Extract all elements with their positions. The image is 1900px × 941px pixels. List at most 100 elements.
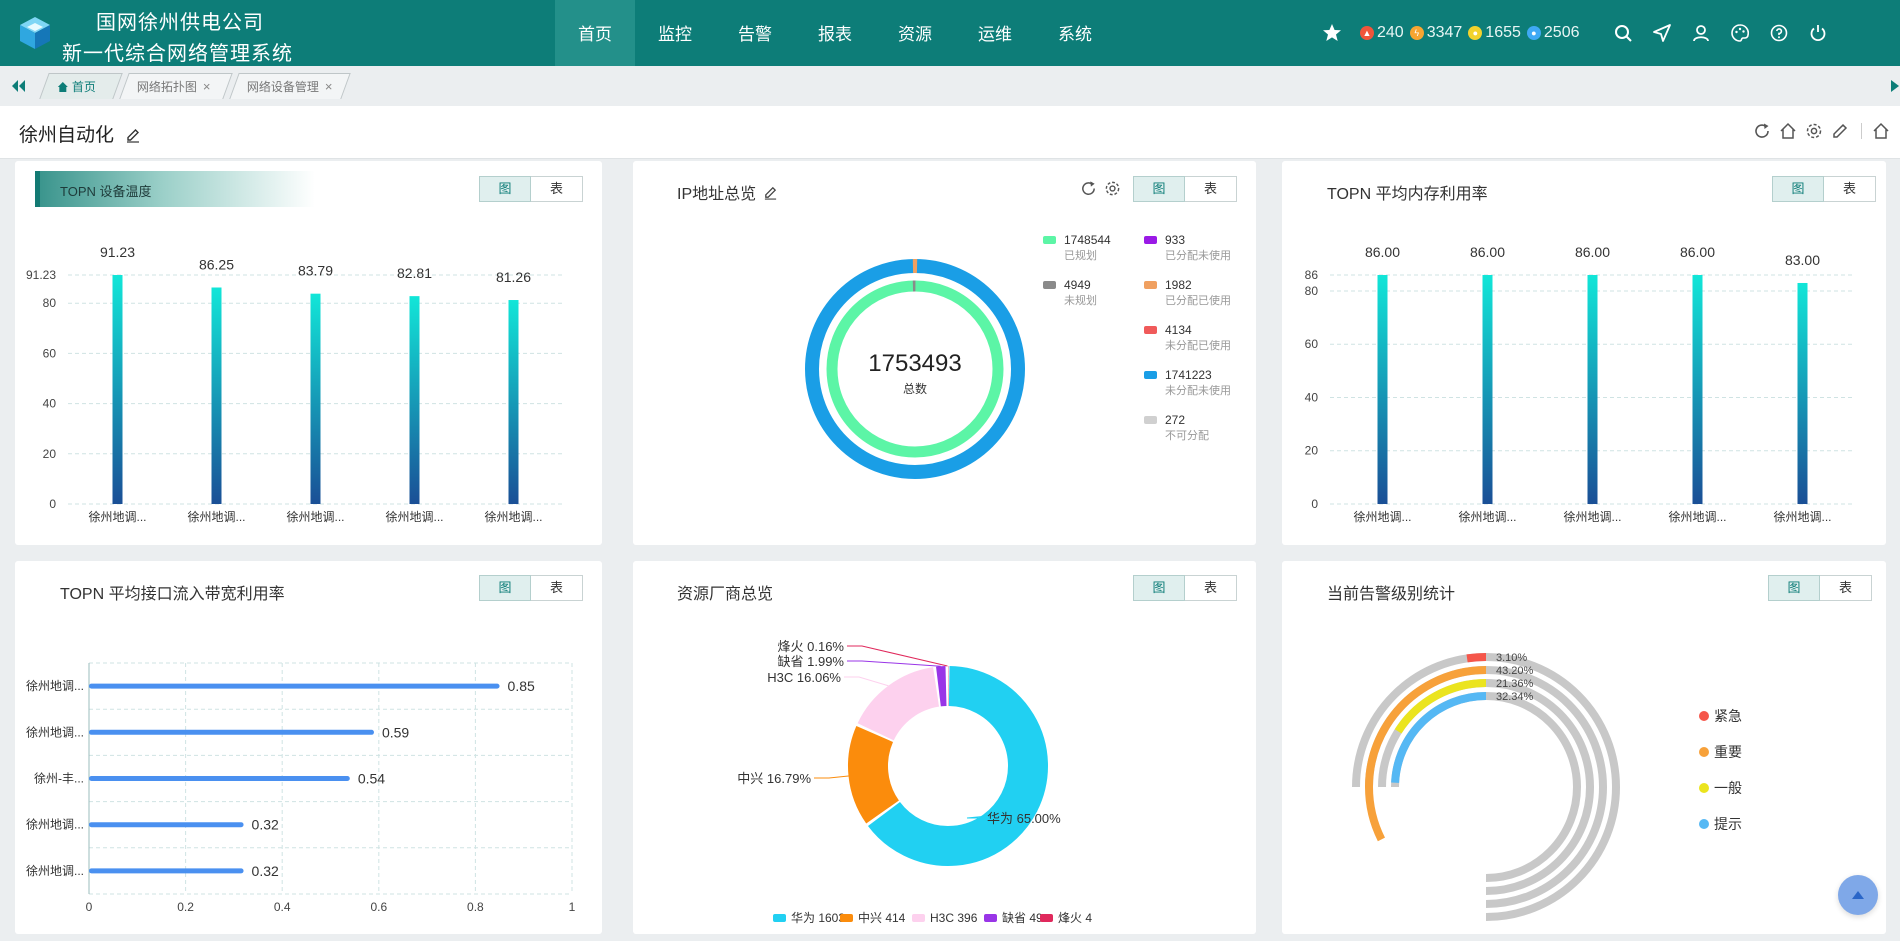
bar	[508, 300, 519, 504]
collapse-left-icon[interactable]	[10, 78, 26, 94]
bar	[1482, 275, 1493, 504]
palette-icon[interactable]	[1730, 23, 1750, 43]
settings-icon[interactable]	[1805, 122, 1823, 140]
edit-icon[interactable]	[1831, 122, 1849, 140]
y-tick-label: 徐州地调...	[26, 724, 84, 739]
edit-icon[interactable]	[125, 127, 141, 143]
data-label: 0.85	[508, 678, 535, 694]
y-tick-label: 0	[1311, 497, 1318, 511]
tab-network-device[interactable]: 网络设备管理 ×	[229, 73, 351, 99]
donut-total: 1753493	[868, 350, 961, 377]
x-tick-label: 徐州地调...	[1458, 509, 1516, 524]
bar	[409, 296, 420, 504]
alarm-count-minor[interactable]: ● 1655	[1468, 24, 1521, 42]
data-label: 0.32	[252, 817, 279, 833]
bar	[1692, 275, 1703, 504]
legend-name: 已规划	[1064, 248, 1097, 262]
data-label: 86.00	[1680, 244, 1715, 260]
home-outline-icon[interactable]	[1779, 122, 1797, 140]
legend-value: 1741223	[1165, 368, 1212, 382]
legend-dot	[1699, 783, 1709, 793]
nav-home[interactable]: 首页	[555, 0, 635, 66]
x-tick-label: 徐州地调...	[187, 509, 245, 524]
bar	[310, 293, 321, 504]
panel-ip-overview: IP地址总览 图 表 1753493 总数 1748544 已规划 933 已分配未使用 4…	[633, 161, 1256, 545]
radial-label: 32.34%	[1496, 691, 1534, 703]
legend-swatch	[840, 914, 853, 922]
tab-network-topology[interactable]: 网络拓扑图 ×	[119, 73, 233, 99]
main-nav: 首页 监控 告警 报表 资源 运维 系统	[555, 0, 1115, 66]
alarm-count-major[interactable]: ϟ 3347	[1409, 24, 1462, 42]
legend-name: 已分配未使用	[1165, 249, 1231, 262]
x-tick-label: 徐州地调...	[385, 509, 443, 524]
pie-slice	[857, 667, 940, 742]
y-tick-label: 60	[1305, 337, 1319, 351]
x-tick-label: 徐州地调...	[1353, 509, 1411, 524]
radial-label: 43.20%	[1496, 665, 1534, 677]
radial-label: 3.10%	[1496, 652, 1527, 664]
legend-name: 未规划	[1064, 293, 1097, 307]
slice-label: H3C 16.06%	[767, 670, 841, 685]
alarm-count-critical[interactable]: ▲ 240	[1360, 24, 1404, 42]
bar	[89, 822, 244, 828]
x-tick-label: 0.6	[370, 900, 387, 914]
x-tick-label: 0.8	[467, 900, 484, 914]
nav-system[interactable]: 系统	[1035, 0, 1115, 66]
bar	[211, 287, 222, 504]
data-label: 86.00	[1470, 244, 1505, 260]
bar	[89, 776, 350, 781]
x-tick-label: 徐州地调...	[1563, 509, 1621, 524]
legend-label: 烽火 4	[1058, 911, 1092, 925]
legend-label: H3C 396	[930, 911, 978, 925]
label-leader	[844, 676, 889, 687]
panel-bandwidth-utilization: TOPN 平均接口流入带宽利用率 图 表 0 0.2 0.4 0.6 0.8 1 0.85 徐…	[15, 561, 602, 934]
help-icon[interactable]	[1769, 23, 1789, 43]
y-tick-label: 80	[1305, 284, 1319, 298]
donut-total-label: 总数	[903, 381, 927, 396]
power-icon[interactable]	[1808, 23, 1828, 43]
y-tick-label: 40	[1305, 390, 1319, 404]
send-icon[interactable]	[1652, 23, 1672, 43]
nav-resource[interactable]: 资源	[875, 0, 955, 66]
company-name: 国网徐州供电公司	[96, 12, 264, 34]
scroll-right-icon[interactable]	[1891, 78, 1900, 94]
nav-alarm[interactable]: 告警	[715, 0, 795, 66]
radial-bar	[1391, 692, 1487, 783]
bar	[1797, 282, 1808, 504]
sun-icon: ●	[1468, 26, 1483, 40]
refresh-icon[interactable]	[1753, 122, 1771, 140]
legend-swatch	[1144, 371, 1157, 379]
data-label: 0.54	[358, 771, 385, 787]
close-icon[interactable]: ×	[325, 79, 333, 94]
data-label: 83.79	[298, 263, 333, 279]
legend-label: 中兴 414	[858, 910, 906, 925]
bolt-icon: ϟ	[1409, 26, 1424, 40]
label-leader	[847, 660, 941, 667]
data-label: 83.00	[1785, 252, 1820, 268]
pie-slice	[848, 725, 900, 824]
legend-name: 未分配未使用	[1165, 384, 1231, 397]
slice-label: 缺省 1.99%	[778, 654, 845, 669]
nav-ops[interactable]: 运维	[955, 0, 1035, 66]
scroll-top-button[interactable]	[1838, 875, 1878, 915]
data-label: 86.25	[199, 257, 234, 273]
legend-swatch	[1144, 416, 1157, 424]
data-label: 0.59	[382, 724, 409, 740]
legend-swatch	[912, 914, 925, 922]
y-tick-label: 0	[49, 497, 56, 511]
legend-label: 华为 1603	[791, 911, 845, 925]
search-icon[interactable]	[1613, 23, 1633, 43]
bar	[89, 729, 374, 735]
nav-monitor[interactable]: 监控	[635, 0, 715, 66]
star-icon[interactable]	[1322, 23, 1342, 43]
legend-value: 1982	[1165, 278, 1192, 292]
alarm-count-info[interactable]: ● 2506	[1526, 24, 1579, 42]
home-outline-icon[interactable]	[1872, 122, 1890, 140]
tab-bar: 首页 网络拓扑图 × 网络设备管理 ×	[0, 72, 1900, 102]
bar	[112, 275, 123, 504]
bar	[89, 868, 244, 874]
user-icon[interactable]	[1691, 23, 1711, 43]
tab-home[interactable]: 首页	[39, 73, 123, 99]
nav-report[interactable]: 报表	[795, 0, 875, 66]
close-icon[interactable]: ×	[203, 79, 211, 94]
